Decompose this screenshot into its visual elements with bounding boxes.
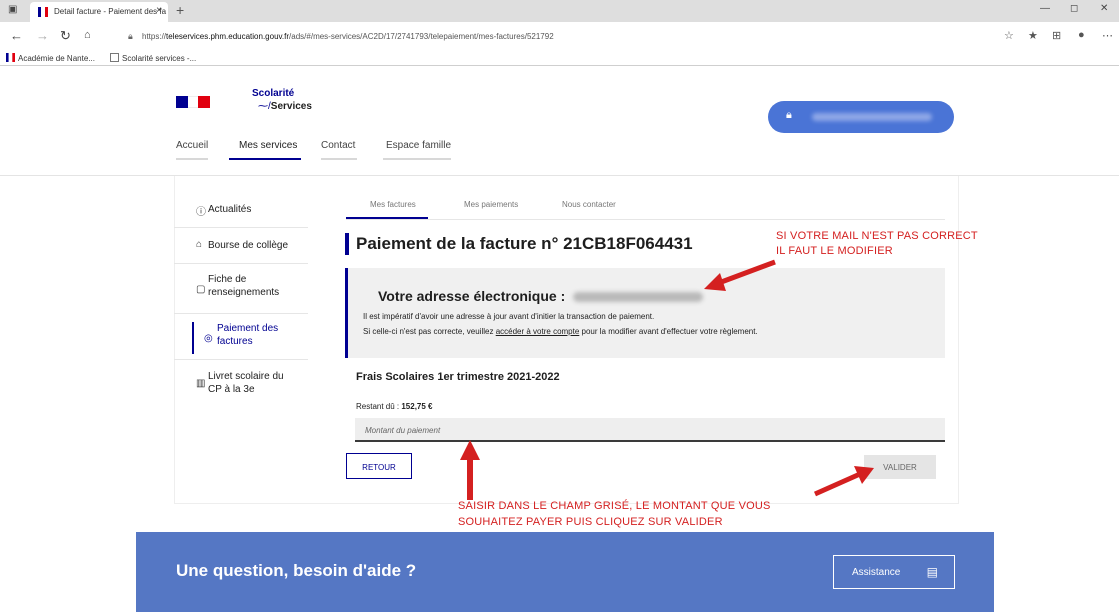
sidebar-item-label: Fiche de renseignements xyxy=(208,274,280,298)
browser-tab[interactable]: Detail facture - Paiement des fa × xyxy=(30,2,168,22)
user-account-button[interactable]: 🔒︎ xyxy=(768,101,954,133)
favorites-icon[interactable]: ★ xyxy=(1028,29,1038,42)
email-notice-line2: Si celle-ci n'est pas correcte, veuillez… xyxy=(363,327,758,336)
favicon-icon xyxy=(6,53,15,62)
help-question: Une question, besoin d'aide ? xyxy=(176,561,417,580)
browser-chrome: ▣ Detail facture - Paiement des fa × + —… xyxy=(0,0,1119,66)
sidebar-item-label: Actualités xyxy=(208,204,252,215)
annotation-mail-line1: SI VOTRE MAIL N'EST PAS CORRECT xyxy=(776,230,978,242)
url-domain: teleservices.phm.education.gouv.fr xyxy=(166,32,290,41)
nav-mes-services[interactable]: Mes services xyxy=(239,140,297,151)
address-bar: ← → ↻ ⌂ 🔒︎ https://teleservices.phm.educ… xyxy=(0,22,1119,50)
sidebar-item-paiement[interactable]: ◎ Paiement des factures xyxy=(174,314,308,360)
nav-accueil[interactable]: Accueil xyxy=(176,140,208,151)
sidebar-item-label: Paiement des factures xyxy=(217,323,279,347)
url-path: /ads/#/mes-services/AC2D/17/2741793/tele… xyxy=(289,32,554,41)
validate-button[interactable]: VALIDER xyxy=(864,455,936,479)
payment-amount-input[interactable]: Montant du paiement xyxy=(355,418,945,442)
bookmark-label: Académie de Nante... xyxy=(18,54,95,63)
profile-icon[interactable]: ● xyxy=(1078,29,1085,41)
email-notice-box: Votre adresse électronique : Il est impé… xyxy=(345,268,945,358)
sidebar-item-livret[interactable]: ▥ Livret scolaire du CP à la 3e xyxy=(174,362,308,408)
back-button[interactable]: RETOUR xyxy=(346,453,412,479)
tab-divider xyxy=(346,219,945,220)
minimize-icon[interactable]: — xyxy=(1040,3,1050,14)
home-icon[interactable]: ⌂ xyxy=(84,29,91,41)
bank-icon: ⌂ xyxy=(196,239,203,250)
page-icon xyxy=(110,53,119,62)
active-indicator xyxy=(192,322,194,354)
sidebar-item-actualites[interactable]: ⓘ Actualités xyxy=(174,190,308,228)
tab-mes-factures[interactable]: Mes factures xyxy=(370,200,416,209)
sidebar-item-label: Bourse de collège xyxy=(208,240,289,251)
assistance-icon: ▤ xyxy=(926,565,938,579)
republic-flag-logo xyxy=(176,96,210,108)
lock-icon: 🔒︎ xyxy=(786,109,792,121)
bookmark-label: Scolarité services -... xyxy=(122,54,197,63)
sidebar-item-fiche[interactable]: ▢ Fiche de renseignements xyxy=(174,264,308,314)
payment-icon: ◎ xyxy=(204,333,213,344)
sidebar-item-label: Livret scolaire du CP à la 3e xyxy=(208,371,284,395)
close-tab-icon[interactable]: × xyxy=(156,5,162,16)
sidebar-item-bourse[interactable]: ⌂ Bourse de collège xyxy=(174,228,308,264)
tab-bar: ▣ Detail facture - Paiement des fa × + —… xyxy=(0,0,1119,22)
logo-subtitle: ⁓/Services xyxy=(258,101,312,112)
nav-underline xyxy=(176,158,208,160)
help-footer: Une question, besoin d'aide ? Assistance… xyxy=(136,532,994,612)
account-link[interactable]: accéder à votre compte xyxy=(496,327,580,336)
new-tab-button[interactable]: + xyxy=(176,2,184,18)
read-aloud-icon[interactable]: ☆ xyxy=(1004,29,1014,42)
tab-actions-icon[interactable]: ▣ xyxy=(8,4,17,15)
reload-icon[interactable]: ↻ xyxy=(60,28,71,44)
tab-title: Detail facture - Paiement des fa xyxy=(54,7,167,16)
tab-mes-paiements[interactable]: Mes paiements xyxy=(464,200,518,209)
back-icon[interactable]: ← xyxy=(10,28,23,43)
email-label: Votre adresse électronique : xyxy=(378,288,566,304)
lock-icon: 🔒︎ xyxy=(128,31,133,41)
nav-contact[interactable]: Contact xyxy=(321,140,355,151)
bookmarks-bar: Académie de Nante... Scolarité services … xyxy=(0,50,1119,66)
title-accent-bar xyxy=(345,233,349,255)
assistance-label: Assistance xyxy=(852,567,901,578)
book-icon: ▥ xyxy=(196,378,206,389)
tab-nous-contacter[interactable]: Nous contacter xyxy=(562,200,616,209)
annotation-amount-line1: SAISIR DANS LE CHAMP GRISÉ, LE MONTANT Q… xyxy=(458,500,771,512)
annotation-amount-line2: SOUHAITEZ PAYER PUIS CLIQUEZ SUR VALIDER xyxy=(458,516,723,528)
bookmark-academie[interactable]: Académie de Nante... xyxy=(6,53,95,63)
nav-underline-active xyxy=(229,158,301,160)
collections-icon[interactable]: ⊞ xyxy=(1052,29,1061,42)
forward-icon[interactable]: → xyxy=(36,28,49,43)
assistance-button[interactable]: Assistance ▤ xyxy=(833,555,955,589)
bookmark-scolarite[interactable]: Scolarité services -... xyxy=(110,53,196,63)
amount-due: Restant dû : 152,75 € xyxy=(356,402,433,411)
logo-title: Scolarité xyxy=(252,88,295,99)
tab-active-underline xyxy=(346,217,428,219)
email-notice-line1: Il est impératif d'avoir une adresse à j… xyxy=(363,312,655,321)
site-header: Scolarité ⁓/Services Accueil Mes service… xyxy=(0,66,1119,176)
more-icon[interactable]: ⋯ xyxy=(1102,29,1113,42)
page-title: Paiement de la facture n° 21CB18F064431 xyxy=(356,234,693,253)
favicon-icon xyxy=(38,7,48,17)
info-icon: ⓘ xyxy=(196,207,206,218)
url-prefix: https:// xyxy=(142,32,167,41)
annotation-mail-line2: IL FAUT LE MODIFIER xyxy=(776,245,893,257)
url-field[interactable]: 🔒︎ https://teleservices.phm.education.go… xyxy=(128,28,968,46)
close-window-icon[interactable]: ✕ xyxy=(1100,3,1108,14)
nav-underline xyxy=(321,158,357,160)
redacted-email xyxy=(573,292,703,302)
nav-underline xyxy=(383,158,451,160)
maximize-icon[interactable]: ◻ xyxy=(1070,3,1078,14)
nav-espace-famille[interactable]: Espace famille xyxy=(386,140,451,151)
document-icon: ▢ xyxy=(196,284,206,295)
fees-title: Frais Scolaires 1er trimestre 2021-2022 xyxy=(356,371,560,383)
redacted-username xyxy=(812,113,932,121)
